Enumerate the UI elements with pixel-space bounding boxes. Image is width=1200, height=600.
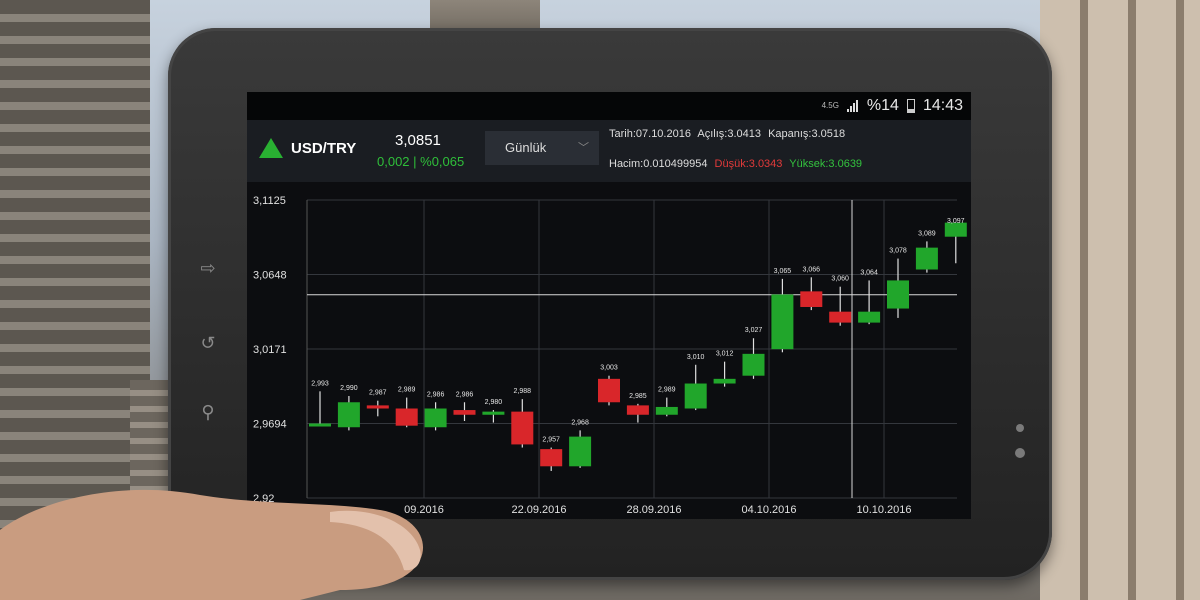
candle-label: 2,985 (629, 393, 647, 400)
y-tick-label: 3,0648 (253, 270, 287, 282)
candle-label: 3,012 (716, 351, 734, 358)
candle-body (626, 405, 649, 415)
quote-header: USD/TRY 3,0851 0,002 | %0,065 Günlük ﹀ T… (247, 120, 971, 182)
candle-label: 3,097 (947, 218, 965, 225)
low-value: Düşük:3.0343 (714, 158, 783, 170)
candle-label: 3,078 (889, 248, 907, 255)
candle-label: 3,060 (831, 276, 849, 283)
candle-label: 2,987 (369, 390, 387, 397)
candle-label: 2,993 (311, 380, 329, 387)
date-value: Tarih:07.10.2016 (609, 128, 691, 140)
candle-label: 3,027 (745, 327, 763, 334)
candle-body (453, 410, 476, 415)
candle-body (337, 402, 360, 428)
candle-label: 3,065 (774, 268, 792, 275)
candle-label: 2,986 (427, 391, 445, 398)
chevron-down-icon: ﹀ (578, 142, 589, 154)
candle-label: 2,968 (571, 419, 589, 426)
x-tick-label: 22.09.2016 (511, 504, 566, 516)
candle-body (887, 280, 909, 309)
y-tick-label: 2,9694 (253, 419, 287, 431)
candle-label: 2,989 (398, 387, 416, 394)
battery-percent: %14 (866, 97, 899, 114)
candle-label: 2,986 (456, 391, 474, 398)
ohlc-line-1: Tarih:07.10.2016 Açılış:3.0413 Kapanış:3… (609, 128, 849, 140)
current-price: 3,0851 (395, 132, 441, 149)
candle-body (858, 311, 881, 323)
period-label: Günlük (505, 140, 547, 155)
candle-label: 2,957 (542, 437, 560, 444)
candle-body (655, 406, 678, 415)
candle-label: 3,064 (860, 269, 878, 276)
status-bar: 4.5G %14 14:43 (247, 92, 971, 120)
candle-body (771, 294, 794, 350)
high-value: Yüksek:3.0639 (789, 158, 863, 170)
candle-label: 3,066 (803, 266, 821, 273)
clock: 14:43 (922, 97, 963, 114)
ohlc-line-2: Hacim:0.010499954 Düşük:3.0343 Yüksek:3.… (609, 158, 866, 170)
back-icon[interactable]: ⇨ (196, 258, 220, 278)
candle-label: 3,010 (687, 354, 705, 361)
up-triangle-icon (259, 138, 283, 158)
candle-body (713, 378, 736, 384)
currency-pair[interactable]: USD/TRY (291, 140, 356, 157)
candle-label: 3,003 (600, 365, 618, 372)
candle-body (915, 247, 938, 270)
home-icon[interactable]: ↺ (196, 333, 220, 353)
candle-body (684, 383, 707, 409)
building-right (1040, 0, 1200, 600)
candle-body (742, 353, 765, 376)
candle-label: 2,980 (485, 399, 503, 406)
network-type: 4.5G (821, 101, 839, 110)
sensor-icon (1016, 424, 1024, 432)
candle-label: 3,089 (918, 230, 936, 237)
y-tick-label: 3,1125 (253, 195, 286, 207)
candle-body (569, 436, 592, 467)
candle-body (800, 291, 823, 307)
candle-body (829, 311, 852, 323)
x-tick-label: 04.10.2016 (741, 504, 796, 516)
close-value: Kapanış:3.0518 (768, 128, 846, 140)
candle-label: 2,988 (514, 388, 532, 395)
x-tick-label: 28.09.2016 (626, 504, 681, 516)
volume-value: Hacim:0.010499954 (609, 158, 708, 170)
x-tick-label: 10.10.2016 (856, 504, 911, 516)
candle-body (511, 411, 534, 445)
candle-body (395, 408, 418, 426)
candle-body (424, 408, 447, 428)
price-change: 0,002 | %0,065 (377, 154, 465, 169)
candle-body (540, 449, 563, 467)
candle-body (309, 423, 331, 427)
candle-body (598, 378, 620, 403)
camera-icon (1015, 448, 1025, 458)
hand-holding-tablet (0, 489, 424, 600)
candle-label: 2,989 (658, 387, 676, 394)
open-value: Açılış:3.0413 (697, 128, 761, 140)
period-dropdown[interactable]: Günlük ﹀ (485, 131, 599, 165)
signal-icon (846, 100, 859, 112)
candle-body (482, 411, 505, 415)
candle-body (366, 405, 389, 409)
search-icon[interactable]: ⚲ (196, 402, 220, 422)
battery-icon (906, 99, 915, 113)
candle-label: 2,990 (340, 385, 358, 392)
y-tick-label: 3,0171 (253, 344, 287, 356)
